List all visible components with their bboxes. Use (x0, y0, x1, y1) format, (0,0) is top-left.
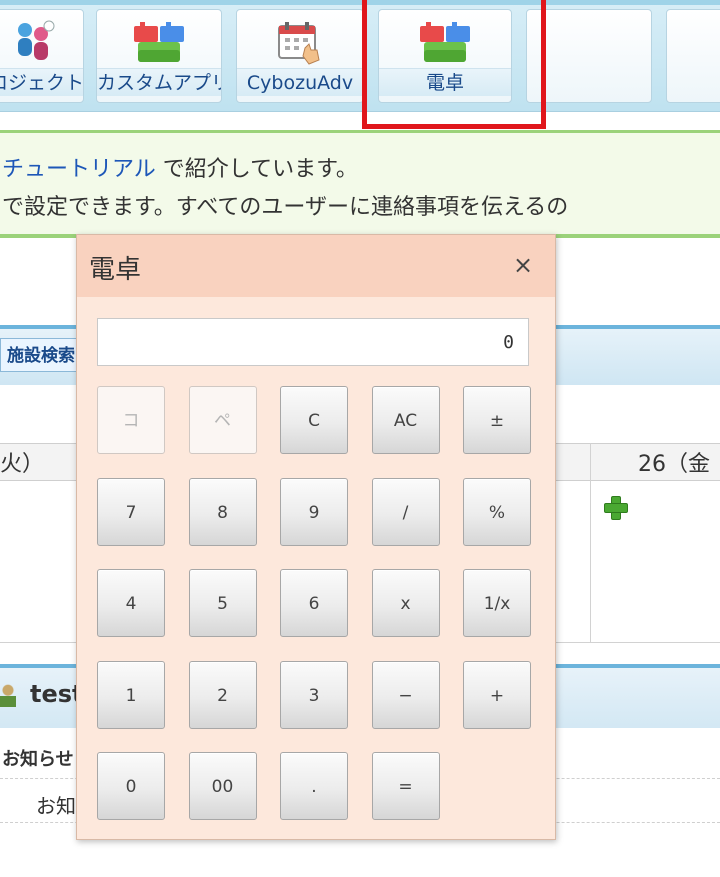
app-toolbar: ロジェクト カスタムアプリ CybozuAdv 電卓 (0, 0, 720, 112)
digit-2-key[interactable]: 2 (188, 660, 257, 729)
facility-search-button[interactable]: 施設検索 (0, 338, 82, 372)
app-tile-label: カスタムアプリ (97, 68, 221, 96)
calculator-highlight-box (362, 0, 546, 129)
sign-key[interactable]: ± (463, 386, 531, 454)
calendar-hand-icon (278, 22, 320, 65)
calendar-divider (590, 443, 591, 643)
paste-key[interactable]: ペ (188, 386, 257, 454)
info-banner: チュートリアル で紹介しています。 で設定できます。すべてのユーザーに連絡事項を… (0, 130, 720, 238)
digit-5-key[interactable]: 5 (188, 569, 257, 637)
banner-line-2: で設定できます。すべてのユーザーに連絡事項を伝えるの (2, 195, 569, 220)
app-tile-label: CybozuAdv (237, 68, 363, 96)
digit-0-key[interactable]: 0 (97, 752, 165, 820)
all-clear-key[interactable]: AC (371, 386, 440, 454)
digit-6-key[interactable]: 6 (280, 569, 348, 637)
calculator-dialog: 電卓 × 0 コペ C AC ±7 8 9/% 4 5 6 x 1/x 1 2 3− +0 00. = (76, 234, 556, 840)
double-zero-key[interactable]: 00 (188, 752, 257, 820)
notice-label: お知らせ (2, 749, 74, 770)
app-tile-cybozuadv[interactable]: CybozuAdv (236, 9, 364, 103)
equals-key[interactable]: = (371, 752, 440, 820)
app-tile-partial[interactable] (666, 9, 720, 103)
app-tile-project[interactable]: ロジェクト (0, 9, 84, 103)
user-icon (0, 683, 16, 707)
add-event-icon[interactable] (604, 496, 628, 520)
calculator-display[interactable]: 0 (97, 318, 529, 366)
people-icon (18, 20, 55, 60)
banner-line-1: チュートリアル で紹介しています。 (2, 151, 358, 183)
digit-8-key[interactable]: 8 (188, 477, 257, 546)
notice-text: お知 (36, 794, 76, 818)
multiply-key[interactable]: x (371, 569, 440, 637)
divide-key[interactable]: / (371, 477, 440, 546)
digit-3-key[interactable]: 3 (280, 660, 348, 729)
app-tile-label: ロジェクト (0, 68, 83, 96)
copy-key[interactable]: コ (97, 386, 165, 454)
calendar-day-label: 26（金 (638, 452, 710, 477)
close-icon[interactable]: × (509, 251, 537, 279)
percent-key[interactable]: % (463, 477, 531, 546)
calculator-titlebar[interactable]: 電卓 × (77, 235, 555, 297)
digit-7-key[interactable]: 7 (97, 477, 165, 546)
clear-key[interactable]: C (280, 386, 348, 454)
digit-4-key[interactable]: 4 (97, 569, 165, 637)
add-key[interactable]: + (463, 660, 531, 729)
reciprocal-key[interactable]: 1/x (463, 569, 531, 637)
blocks-icon (134, 22, 184, 62)
tutorial-link[interactable]: チュートリアル (2, 157, 156, 182)
banner-text: で紹介しています。 (155, 157, 358, 182)
app-tile-custom-app[interactable]: カスタムアプリ (96, 9, 222, 103)
toolbar-top-strip (0, 0, 720, 5)
decimal-key[interactable]: . (280, 752, 348, 820)
calculator-title: 電卓 (89, 255, 142, 285)
digit-1-key[interactable]: 1 (97, 660, 165, 729)
calendar-day-label: 火） (0, 452, 45, 477)
digit-9-key[interactable]: 9 (280, 477, 348, 546)
subtract-key[interactable]: − (371, 660, 440, 729)
